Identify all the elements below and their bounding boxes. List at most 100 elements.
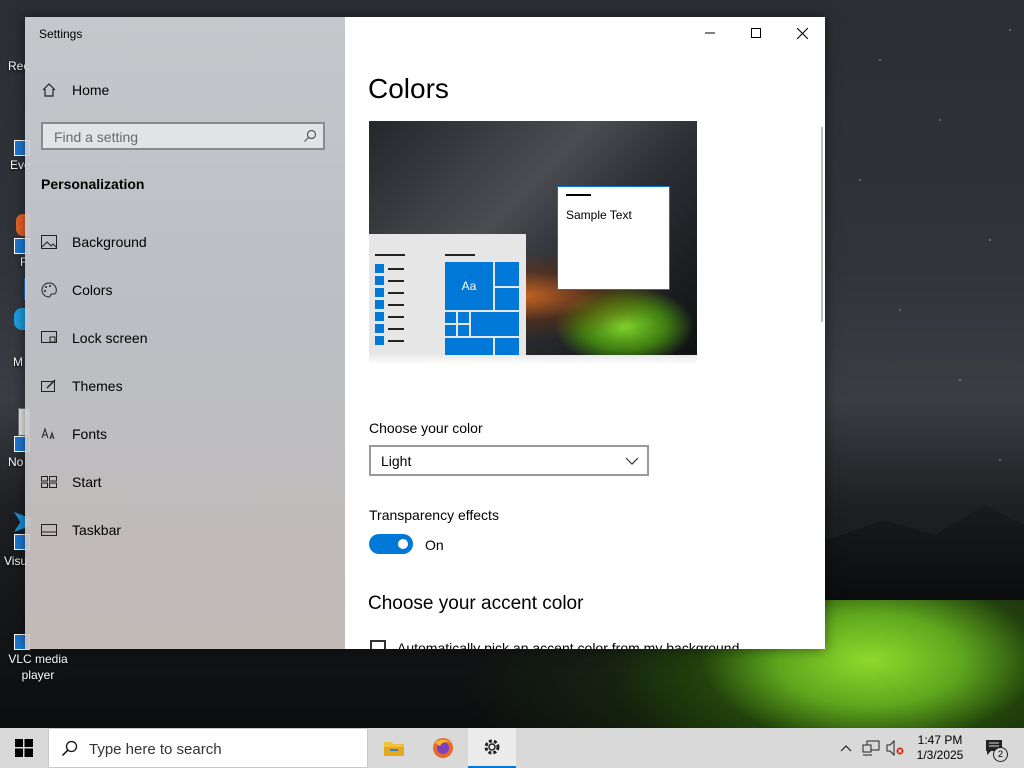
settings-sidebar: Settings Home Personalization Background xyxy=(25,17,345,649)
home-icon xyxy=(41,82,57,98)
nav-fonts-label: Fonts xyxy=(72,426,108,442)
nav-background[interactable]: Background xyxy=(41,222,331,262)
nav-themes[interactable]: Themes xyxy=(41,366,331,406)
network-icon xyxy=(862,740,880,756)
start-icon xyxy=(41,474,57,490)
scrollbar-thumb[interactable] xyxy=(821,127,823,322)
nav-colors-label: Colors xyxy=(72,282,113,298)
nav-themes-label: Themes xyxy=(72,378,123,394)
nav-start-label: Start xyxy=(72,474,102,490)
preview-tile xyxy=(445,338,493,355)
chevron-down-icon xyxy=(625,454,639,469)
color-preview: Sample Text Aa xyxy=(369,121,697,355)
action-center-button[interactable]: 2 xyxy=(978,728,1012,768)
nav-background-label: Background xyxy=(72,234,147,250)
transparency-state: On xyxy=(425,537,444,553)
choose-color-value: Light xyxy=(381,453,412,469)
preview-shadow xyxy=(369,355,697,365)
preview-list-tile xyxy=(375,300,384,309)
accent-color-heading: Choose your accent color xyxy=(368,593,584,614)
taskbar-icon xyxy=(41,522,57,538)
preview-list-tile xyxy=(375,264,384,273)
palette-icon xyxy=(41,282,57,298)
search-icon xyxy=(303,129,317,146)
maximize-icon xyxy=(751,28,761,38)
find-setting-input[interactable] xyxy=(52,128,296,146)
preview-tile xyxy=(445,325,456,336)
preview-line xyxy=(388,316,404,318)
taskbar-file-explorer[interactable] xyxy=(370,728,418,768)
windows-logo-icon xyxy=(15,739,33,757)
window-title: Settings xyxy=(39,27,83,41)
auto-pick-accent-label: Automatically pick an accent color from … xyxy=(397,640,740,649)
preview-tile xyxy=(495,262,519,286)
clock-date: 1/3/2025 xyxy=(916,748,964,762)
preview-tile xyxy=(445,312,456,323)
find-setting-search[interactable] xyxy=(41,122,325,150)
preview-big-tile: Aa xyxy=(445,262,493,310)
close-button[interactable] xyxy=(779,17,825,49)
preview-line xyxy=(445,254,475,256)
notification-badge: 2 xyxy=(993,747,1008,762)
lock-screen-icon xyxy=(41,330,57,346)
preview-list-tile xyxy=(375,312,384,321)
maximize-button[interactable] xyxy=(733,17,779,49)
transparency-toggle[interactable] xyxy=(369,534,413,554)
preview-list-tile xyxy=(375,324,384,333)
settings-window: Settings Home Personalization Background xyxy=(25,17,825,649)
preview-line xyxy=(388,328,404,330)
page-title: Colors xyxy=(368,73,449,104)
preview-tile xyxy=(495,288,519,310)
preview-list-tile xyxy=(375,276,384,285)
preview-start-menu: Aa xyxy=(369,234,526,355)
desktop-icon-label: Visu xyxy=(4,554,28,568)
minimize-button[interactable] xyxy=(687,17,733,49)
firefox-icon xyxy=(433,738,453,758)
preview-line xyxy=(388,280,404,282)
preview-list-tile xyxy=(375,336,384,345)
nav-lock-screen-label: Lock screen xyxy=(72,330,148,346)
chevron-up-icon xyxy=(840,745,852,752)
auto-pick-accent-checkbox[interactable] xyxy=(370,640,386,649)
brush-icon xyxy=(41,378,57,394)
nav-fonts[interactable]: Fonts xyxy=(41,414,331,454)
nav-taskbar[interactable]: Taskbar xyxy=(41,510,331,550)
show-hidden-icons-button[interactable] xyxy=(836,728,856,768)
toggle-knob xyxy=(398,539,408,549)
settings-icon xyxy=(484,739,500,755)
nav-home-label: Home xyxy=(72,82,110,98)
choose-color-label: Choose your color xyxy=(369,420,483,436)
preview-window: Sample Text xyxy=(557,186,670,290)
preview-line xyxy=(375,254,405,256)
colors-page: Colors Sample Text Aa Choose your color … xyxy=(345,17,825,649)
choose-color-dropdown[interactable]: Light xyxy=(369,445,649,476)
nav-lock-screen[interactable]: Lock screen xyxy=(41,318,331,358)
transparency-label: Transparency effects xyxy=(369,507,499,523)
nav-home[interactable]: Home xyxy=(41,70,331,110)
close-icon xyxy=(796,27,808,39)
preview-line xyxy=(388,268,404,270)
taskbar-search-box[interactable]: Type here to search xyxy=(48,728,368,768)
nav-colors[interactable]: Colors xyxy=(41,270,331,310)
nav-taskbar-label: Taskbar xyxy=(72,522,122,538)
preview-title-bar xyxy=(566,194,591,196)
network-button[interactable] xyxy=(860,728,882,768)
preview-tile xyxy=(458,312,469,323)
clock[interactable]: 1:47 PM 1/3/2025 xyxy=(910,728,970,768)
preview-line xyxy=(388,340,404,342)
taskbar-search-placeholder: Type here to search xyxy=(89,741,222,758)
preview-line xyxy=(388,304,404,306)
preview-tile xyxy=(495,338,519,355)
font-icon xyxy=(41,426,57,442)
section-heading: Personalization xyxy=(41,176,145,192)
preview-tile xyxy=(471,312,519,336)
volume-button[interactable] xyxy=(884,728,906,768)
volume-muted-icon xyxy=(886,740,904,756)
start-button[interactable] xyxy=(0,728,48,768)
taskbar-settings[interactable] xyxy=(468,728,516,768)
desktop-icon-label: M xyxy=(13,355,23,369)
nav-start[interactable]: Start xyxy=(41,462,331,502)
taskbar-firefox[interactable] xyxy=(420,728,466,768)
desktop-icon-label: VLC media player xyxy=(8,652,68,682)
preview-tile xyxy=(458,325,469,336)
